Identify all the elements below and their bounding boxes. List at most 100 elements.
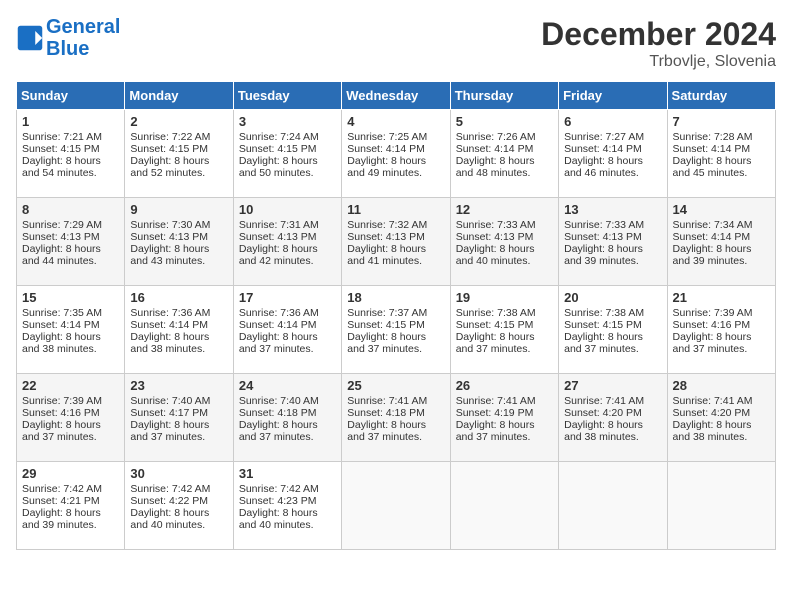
day-info: Sunset: 4:13 PM bbox=[130, 231, 227, 243]
day-number: 18 bbox=[347, 290, 444, 305]
day-info: Daylight: 8 hours bbox=[564, 243, 661, 255]
day-info: Daylight: 8 hours bbox=[130, 419, 227, 431]
day-info: Sunrise: 7:42 AM bbox=[22, 483, 119, 495]
day-info: Sunset: 4:20 PM bbox=[673, 407, 770, 419]
day-info: Sunset: 4:14 PM bbox=[130, 319, 227, 331]
day-number: 15 bbox=[22, 290, 119, 305]
day-info: Sunset: 4:14 PM bbox=[239, 319, 336, 331]
calendar-header-row: SundayMondayTuesdayWednesdayThursdayFrid… bbox=[17, 82, 776, 110]
day-info: Sunset: 4:14 PM bbox=[347, 143, 444, 155]
month-title: December 2024 bbox=[541, 16, 776, 53]
calendar-cell: 6Sunrise: 7:27 AMSunset: 4:14 PMDaylight… bbox=[559, 110, 667, 198]
day-info: Sunrise: 7:41 AM bbox=[673, 395, 770, 407]
day-info: Daylight: 8 hours bbox=[22, 243, 119, 255]
day-info: and 38 minutes. bbox=[22, 343, 119, 355]
day-info: Daylight: 8 hours bbox=[130, 507, 227, 519]
day-info: Sunset: 4:15 PM bbox=[564, 319, 661, 331]
calendar-cell: 10Sunrise: 7:31 AMSunset: 4:13 PMDayligh… bbox=[233, 198, 341, 286]
day-info: Sunset: 4:15 PM bbox=[456, 319, 553, 331]
calendar-table: SundayMondayTuesdayWednesdayThursdayFrid… bbox=[16, 81, 776, 550]
day-info: Sunset: 4:19 PM bbox=[456, 407, 553, 419]
calendar-cell: 7Sunrise: 7:28 AMSunset: 4:14 PMDaylight… bbox=[667, 110, 775, 198]
day-info: Daylight: 8 hours bbox=[22, 331, 119, 343]
day-info: Sunset: 4:23 PM bbox=[239, 495, 336, 507]
day-info: Sunrise: 7:37 AM bbox=[347, 307, 444, 319]
day-info: Daylight: 8 hours bbox=[347, 155, 444, 167]
day-info: Daylight: 8 hours bbox=[564, 419, 661, 431]
day-info: Sunset: 4:13 PM bbox=[347, 231, 444, 243]
day-info: Daylight: 8 hours bbox=[673, 155, 770, 167]
day-number: 30 bbox=[130, 466, 227, 481]
day-info: and 43 minutes. bbox=[130, 255, 227, 267]
calendar-cell: 31Sunrise: 7:42 AMSunset: 4:23 PMDayligh… bbox=[233, 462, 341, 550]
day-number: 14 bbox=[673, 202, 770, 217]
day-number: 4 bbox=[347, 114, 444, 129]
day-number: 16 bbox=[130, 290, 227, 305]
day-number: 25 bbox=[347, 378, 444, 393]
day-info: Sunset: 4:20 PM bbox=[564, 407, 661, 419]
day-info: Daylight: 8 hours bbox=[239, 331, 336, 343]
calendar-cell: 30Sunrise: 7:42 AMSunset: 4:22 PMDayligh… bbox=[125, 462, 233, 550]
day-info: Sunrise: 7:29 AM bbox=[22, 219, 119, 231]
day-number: 28 bbox=[673, 378, 770, 393]
calendar-cell: 3Sunrise: 7:24 AMSunset: 4:15 PMDaylight… bbox=[233, 110, 341, 198]
location: Trbovlje, Slovenia bbox=[541, 53, 776, 71]
day-header-saturday: Saturday bbox=[667, 82, 775, 110]
day-info: Daylight: 8 hours bbox=[239, 155, 336, 167]
calendar-cell: 27Sunrise: 7:41 AMSunset: 4:20 PMDayligh… bbox=[559, 374, 667, 462]
day-info: Daylight: 8 hours bbox=[456, 331, 553, 343]
day-info: Sunrise: 7:35 AM bbox=[22, 307, 119, 319]
day-info: and 37 minutes. bbox=[564, 343, 661, 355]
day-info: Sunrise: 7:28 AM bbox=[673, 131, 770, 143]
day-info: Sunset: 4:13 PM bbox=[22, 231, 119, 243]
day-info: Daylight: 8 hours bbox=[673, 331, 770, 343]
day-info: and 42 minutes. bbox=[239, 255, 336, 267]
day-info: Sunset: 4:16 PM bbox=[673, 319, 770, 331]
day-number: 29 bbox=[22, 466, 119, 481]
calendar-cell: 21Sunrise: 7:39 AMSunset: 4:16 PMDayligh… bbox=[667, 286, 775, 374]
calendar-cell: 24Sunrise: 7:40 AMSunset: 4:18 PMDayligh… bbox=[233, 374, 341, 462]
day-header-sunday: Sunday bbox=[17, 82, 125, 110]
day-info: Sunset: 4:21 PM bbox=[22, 495, 119, 507]
title-block: December 2024 Trbovlje, Slovenia bbox=[541, 16, 776, 71]
day-info: and 37 minutes. bbox=[347, 343, 444, 355]
day-info: and 41 minutes. bbox=[347, 255, 444, 267]
day-info: Sunset: 4:15 PM bbox=[130, 143, 227, 155]
calendar-cell bbox=[559, 462, 667, 550]
day-number: 24 bbox=[239, 378, 336, 393]
calendar-cell: 25Sunrise: 7:41 AMSunset: 4:18 PMDayligh… bbox=[342, 374, 450, 462]
day-info: and 37 minutes. bbox=[22, 431, 119, 443]
day-info: Sunrise: 7:21 AM bbox=[22, 131, 119, 143]
day-info: Sunrise: 7:39 AM bbox=[673, 307, 770, 319]
day-number: 6 bbox=[564, 114, 661, 129]
day-info: and 44 minutes. bbox=[22, 255, 119, 267]
day-number: 13 bbox=[564, 202, 661, 217]
logo-icon bbox=[16, 24, 44, 52]
day-header-monday: Monday bbox=[125, 82, 233, 110]
calendar-cell: 14Sunrise: 7:34 AMSunset: 4:14 PMDayligh… bbox=[667, 198, 775, 286]
page-header: General Blue December 2024 Trbovlje, Slo… bbox=[16, 16, 776, 71]
calendar-cell: 2Sunrise: 7:22 AMSunset: 4:15 PMDaylight… bbox=[125, 110, 233, 198]
day-info: Daylight: 8 hours bbox=[456, 419, 553, 431]
calendar-cell: 4Sunrise: 7:25 AMSunset: 4:14 PMDaylight… bbox=[342, 110, 450, 198]
calendar-cell: 17Sunrise: 7:36 AMSunset: 4:14 PMDayligh… bbox=[233, 286, 341, 374]
day-number: 7 bbox=[673, 114, 770, 129]
day-info: and 46 minutes. bbox=[564, 167, 661, 179]
calendar-cell bbox=[450, 462, 558, 550]
day-info: Daylight: 8 hours bbox=[239, 243, 336, 255]
calendar-week-row: 22Sunrise: 7:39 AMSunset: 4:16 PMDayligh… bbox=[17, 374, 776, 462]
calendar-cell: 9Sunrise: 7:30 AMSunset: 4:13 PMDaylight… bbox=[125, 198, 233, 286]
day-info: Sunset: 4:17 PM bbox=[130, 407, 227, 419]
day-info: Sunrise: 7:41 AM bbox=[456, 395, 553, 407]
day-info: and 50 minutes. bbox=[239, 167, 336, 179]
day-number: 5 bbox=[456, 114, 553, 129]
day-info: and 37 minutes. bbox=[239, 343, 336, 355]
calendar-cell: 19Sunrise: 7:38 AMSunset: 4:15 PMDayligh… bbox=[450, 286, 558, 374]
day-info: and 37 minutes. bbox=[673, 343, 770, 355]
day-number: 9 bbox=[130, 202, 227, 217]
day-header-friday: Friday bbox=[559, 82, 667, 110]
logo: General Blue bbox=[16, 16, 120, 60]
day-number: 8 bbox=[22, 202, 119, 217]
calendar-cell: 23Sunrise: 7:40 AMSunset: 4:17 PMDayligh… bbox=[125, 374, 233, 462]
day-number: 1 bbox=[22, 114, 119, 129]
